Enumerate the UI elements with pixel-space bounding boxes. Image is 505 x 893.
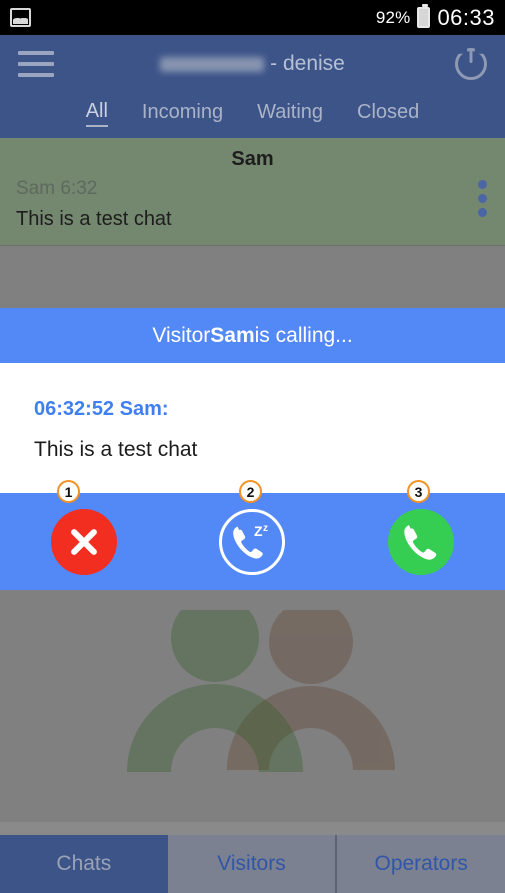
message-header: 06:32:52 Sam: <box>34 398 169 420</box>
kebab-dot <box>478 180 487 189</box>
nav-item-visitors[interactable]: Visitors <box>167 835 338 893</box>
calling-banner-visitor-name: Sam <box>210 323 255 347</box>
incoming-call-banner: Visitor Sam is calling... <box>0 308 505 363</box>
bottom-navigation: Chats Visitors Operators <box>0 835 505 893</box>
app-title-redacted: █████████ <box>160 56 265 72</box>
snooze-call-slot: Z z <box>168 508 336 575</box>
hamburger-menu-icon[interactable] <box>18 51 54 77</box>
hamburger-line <box>18 62 54 66</box>
chat-list-empty-area <box>0 245 505 308</box>
phone-icon <box>404 524 437 560</box>
chat-filter-tabs: All Incoming Waiting Closed <box>0 93 505 138</box>
battery-percent-label: 92% <box>375 7 411 27</box>
kebab-menu-icon[interactable] <box>478 180 487 217</box>
answer-call-button[interactable] <box>387 508 454 575</box>
status-bar: 92% 06:33 <box>0 0 505 35</box>
kebab-dot <box>478 208 487 217</box>
reject-call-slot <box>0 508 168 575</box>
bottom-nav-spacer <box>0 822 505 835</box>
calling-banner-suffix: is calling... <box>254 323 353 347</box>
hamburger-line <box>18 51 54 55</box>
snooze-call-button[interactable]: Z z <box>219 508 286 575</box>
power-icon[interactable] <box>455 48 487 80</box>
image-icon <box>10 8 31 27</box>
kebab-dot <box>478 194 487 203</box>
tab-incoming[interactable]: Incoming <box>142 101 223 126</box>
tab-waiting[interactable]: Waiting <box>257 101 323 126</box>
app-title-suffix: - denise <box>270 52 345 75</box>
chat-transcript: 06:32:52 Sam: This is a test chat <box>0 363 505 493</box>
status-bar-clock: 06:33 <box>437 4 495 30</box>
message-body: This is a test chat <box>34 438 198 461</box>
reject-call-button[interactable] <box>51 508 118 575</box>
battery-icon <box>417 4 431 28</box>
nav-item-operators[interactable]: Operators <box>337 835 505 893</box>
app-title: █████████ - denise <box>0 52 505 76</box>
app-screen: 92% 06:33 █████████ - denise All Incomin… <box>0 0 505 893</box>
status-bar-right: 92% 06:33 <box>375 4 495 31</box>
chat-item-subtitle: Sam 6:32 <box>16 178 98 199</box>
annotation-badge-3: 3 <box>407 480 430 503</box>
status-bar-left <box>10 8 31 27</box>
annotation-badge-2: 2 <box>239 480 262 503</box>
chat-item-title: Sam <box>231 148 274 170</box>
chat-list: Sam Sam 6:32 This is a test chat <box>0 138 505 308</box>
tab-closed[interactable]: Closed <box>357 101 419 126</box>
nav-item-chats[interactable]: Chats <box>0 835 168 893</box>
annotation-badge-1: 1 <box>57 480 80 503</box>
phone-snooze-icon: Z z <box>233 523 268 559</box>
app-bar: █████████ - denise All Incoming Waiting … <box>0 35 505 138</box>
chat-list-item[interactable]: Sam Sam 6:32 This is a test chat <box>0 138 505 245</box>
hamburger-line <box>18 73 54 77</box>
svg-text:z: z <box>263 523 268 534</box>
svg-text:Z: Z <box>254 523 263 539</box>
empty-body-area <box>0 590 505 822</box>
tab-all[interactable]: All <box>85 100 108 127</box>
calling-banner-prefix: Visitor <box>152 323 211 347</box>
two-people-logo <box>126 610 395 772</box>
answer-call-slot <box>337 508 505 575</box>
call-action-bar: Z z <box>0 493 505 590</box>
app-bar-top: █████████ - denise <box>0 35 505 93</box>
chat-item-preview: This is a test chat <box>16 208 172 230</box>
